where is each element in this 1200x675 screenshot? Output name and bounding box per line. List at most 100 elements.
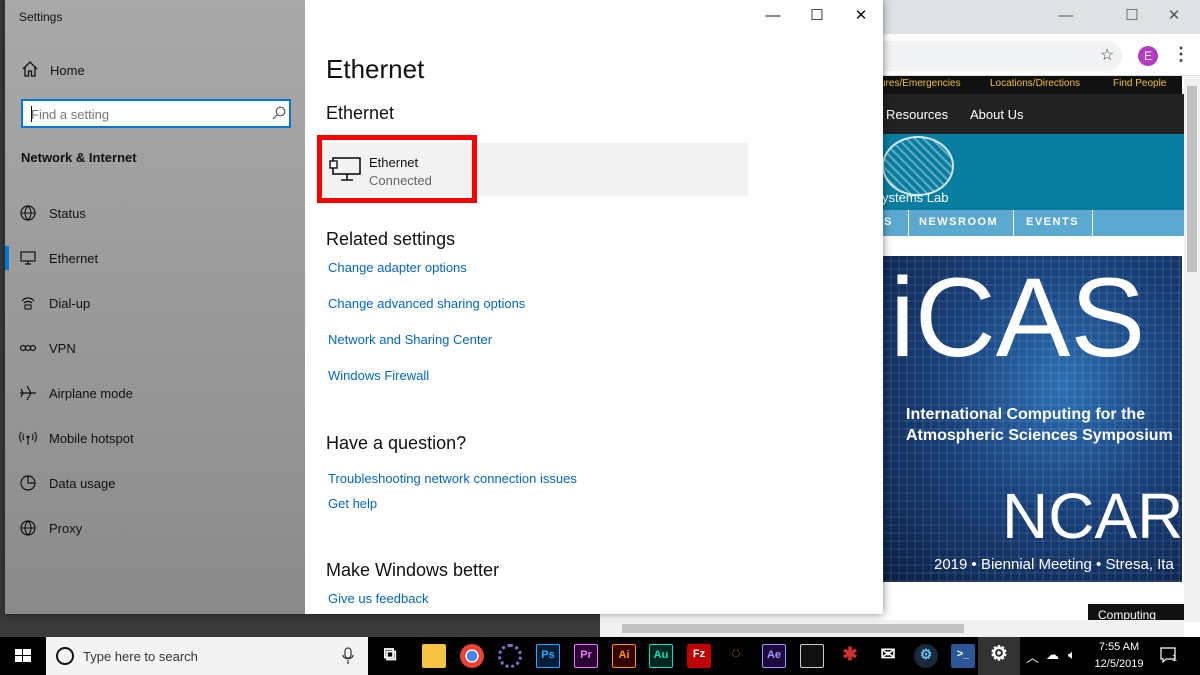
nav-item-dial-up[interactable]: Dial-up	[5, 285, 305, 321]
nav-item-data-usage[interactable]: Data usage	[5, 465, 305, 501]
nav-item-label: Airplane mode	[49, 386, 133, 401]
hero-ncar-text: NCAR	[1002, 480, 1182, 552]
nav-item-label: Data usage	[49, 476, 116, 491]
mail-icon[interactable]: ✉	[876, 644, 900, 668]
file-explorer-icon[interactable]	[422, 644, 446, 668]
jupyter-icon[interactable]: ◌	[724, 644, 748, 668]
nav-section-heading: Network & Internet	[21, 150, 137, 165]
link-windows-firewall[interactable]: Windows Firewall	[328, 368, 429, 383]
chrome-icon[interactable]	[460, 644, 484, 668]
maximize-button[interactable]: ☐	[795, 4, 839, 28]
link-get-help[interactable]: Get help	[328, 496, 377, 511]
settings-window: Settings Home Network & Internet Status	[5, 0, 883, 614]
browser-close-button[interactable]: ✕	[1154, 4, 1194, 28]
after-effects-icon[interactable]: Ae	[762, 644, 786, 668]
onedrive-cloud-icon[interactable]: ☁	[1046, 647, 1059, 663]
hero-icas-text: iCAS	[890, 256, 1146, 380]
nav-item-label: Proxy	[49, 521, 83, 536]
nav-home-label: Home	[50, 63, 85, 78]
settings-nav-pane: Settings Home Network & Internet Status	[5, 0, 305, 614]
clock-time[interactable]: 7:55 AM	[1094, 641, 1144, 653]
site-utility-bar: ures/Emergencies Locations/Directions Fi…	[880, 76, 1182, 94]
clock-date[interactable]: 12/5/2019	[1092, 658, 1146, 670]
section-nav-cut[interactable]: S	[884, 216, 893, 228]
highlight-box	[317, 135, 477, 203]
terminal-icon[interactable]	[800, 644, 824, 668]
illustrator-icon[interactable]: Ai	[612, 644, 636, 668]
utility-link-locations[interactable]: Locations/Directions	[990, 78, 1080, 89]
premiere-icon[interactable]: Pr	[574, 644, 598, 668]
ethernet-monitor-icon	[20, 251, 36, 265]
menu-resources[interactable]: Resources	[886, 107, 948, 122]
question-heading: Have a question?	[326, 433, 467, 453]
microphone-icon[interactable]	[342, 647, 354, 665]
app-title: Settings	[19, 10, 63, 24]
powershell-icon[interactable]: >_	[951, 644, 975, 668]
link-change-advanced-sharing[interactable]: Change advanced sharing options	[328, 296, 525, 311]
audition-icon[interactable]: Au	[649, 644, 673, 668]
globe-logo-icon	[882, 136, 954, 196]
spider-app-icon[interactable]: ✱	[838, 644, 862, 668]
hero-line-1: International Computing for the	[906, 406, 1146, 423]
tray-chevron-up-icon[interactable]: ︿	[1026, 647, 1039, 666]
nav-item-ethernet[interactable]: Ethernet	[5, 240, 305, 276]
make-windows-better-heading: Make Windows better	[326, 560, 500, 580]
dialup-icon	[21, 297, 35, 310]
nav-item-label: Status	[49, 206, 86, 221]
link-change-adapter-options[interactable]: Change adapter options	[328, 260, 467, 275]
horizontal-scrollbar[interactable]	[600, 620, 1184, 637]
globe-icon	[20, 205, 36, 221]
steam-icon[interactable]: ⚙	[914, 644, 938, 668]
hero-image: iCAS International Computing for the Atm…	[882, 256, 1182, 582]
close-button[interactable]: ✕	[839, 4, 883, 28]
site-main-menu: Resources About Us	[882, 94, 1200, 134]
taskbar-search-placeholder: Type here to search	[83, 649, 198, 664]
section-nav-newsroom[interactable]: NEWSROOM	[919, 216, 998, 228]
settings-gear-icon[interactable]: ⚙	[987, 644, 1011, 668]
vertical-scrollbar[interactable]	[1184, 76, 1200, 622]
settings-content: — ☐ ✕ Ethernet Ethernet Ethernet Connect…	[305, 0, 883, 614]
browser-minimize-button[interactable]: —	[1046, 4, 1086, 28]
nav-home[interactable]: Home	[5, 56, 305, 84]
site-section-nav: S NEWSROOM EVENTS	[882, 210, 1200, 236]
volume-icon[interactable]: 🔈︎	[1068, 647, 1076, 663]
bookmark-star-icon[interactable]: ☆	[1100, 45, 1114, 65]
active-indicator	[5, 246, 9, 270]
settings-search-box[interactable]	[21, 99, 291, 128]
search-icon[interactable]	[271, 105, 287, 121]
nav-item-vpn[interactable]: VPN	[5, 330, 305, 366]
utility-link-find-people[interactable]: Find People	[1113, 78, 1166, 89]
site-banner: ystems Lab	[882, 134, 1200, 210]
section-nav-events[interactable]: EVENTS	[1026, 216, 1079, 228]
utility-link-emergencies[interactable]: ures/Emergencies	[880, 78, 961, 89]
link-give-feedback[interactable]: Give us feedback	[328, 591, 428, 606]
nav-item-airplane-mode[interactable]: Airplane mode	[5, 375, 305, 411]
globe-icon	[20, 520, 36, 536]
profile-avatar[interactable]: E	[1138, 46, 1158, 66]
minimize-button[interactable]: —	[751, 4, 795, 28]
nav-item-label: Dial-up	[49, 296, 91, 311]
nav-item-proxy[interactable]: Proxy	[5, 510, 305, 546]
browser-menu-icon[interactable]: ⋮	[1172, 44, 1190, 65]
nav-item-label: Mobile hotspot	[49, 431, 134, 446]
taskbar-search-box[interactable]: Type here to search	[46, 637, 368, 675]
task-view-icon[interactable]: ⧉	[378, 644, 402, 668]
hero-meeting-text: 2019 • Biennial Meeting • Stresa, Ita	[934, 556, 1174, 573]
site-banner-text: ystems Lab	[882, 190, 949, 205]
gear-app-icon[interactable]	[498, 644, 522, 668]
cortana-icon	[56, 647, 74, 665]
nav-item-mobile-hotspot[interactable]: Mobile hotspot	[5, 420, 305, 456]
photoshop-icon[interactable]: Ps	[536, 644, 560, 668]
link-network-sharing-center[interactable]: Network and Sharing Center	[328, 332, 492, 347]
airplane-icon	[20, 385, 36, 401]
link-troubleshooting[interactable]: Troubleshooting network connection issue…	[328, 471, 577, 486]
section-subheading: Ethernet	[326, 103, 395, 123]
nav-item-status[interactable]: Status	[5, 195, 305, 231]
home-icon	[22, 61, 38, 77]
address-bar[interactable]	[882, 41, 1122, 71]
start-button[interactable]	[0, 637, 46, 675]
browser-maximize-button[interactable]: ☐	[1112, 4, 1152, 28]
filezilla-icon[interactable]: Fz	[687, 644, 711, 668]
find-setting-input[interactable]	[31, 105, 261, 123]
menu-about-us[interactable]: About Us	[970, 107, 1023, 122]
